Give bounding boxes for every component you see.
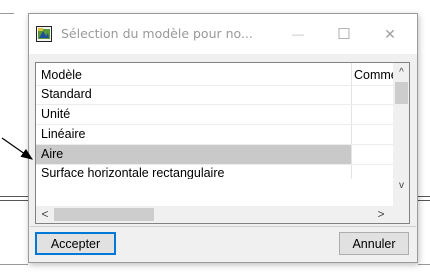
- vertical-scroll-thumb[interactable]: [395, 82, 408, 104]
- scrollbar-corner: [393, 206, 409, 223]
- horizontal-scroll-thumb[interactable]: [54, 208, 154, 221]
- table-row[interactable]: Surface horizontale rectangulaire: [36, 165, 393, 179]
- background-window-rule: [418, 196, 430, 197]
- minimize-icon: —: [292, 27, 304, 41]
- cancel-button[interactable]: Annuler: [339, 232, 409, 255]
- scroll-left-icon[interactable]: <: [38, 207, 52, 222]
- column-header-comment[interactable]: Commer: [352, 63, 393, 85]
- model-selection-dialog: Sélection du modèle pour no... — ☐ ✕ Mod…: [28, 13, 418, 263]
- horizontal-scrollbar[interactable]: < >: [36, 206, 393, 223]
- model-cell: Surface horizontale rectangulaire: [36, 165, 352, 179]
- table-row-selected[interactable]: Aire: [36, 145, 393, 165]
- vertical-scrollbar[interactable]: ^ v: [393, 63, 409, 206]
- table-row[interactable]: Linéaire: [36, 125, 393, 145]
- close-button[interactable]: ✕: [367, 14, 413, 54]
- minimize-button[interactable]: —: [275, 14, 321, 54]
- comment-cell: [352, 125, 393, 144]
- footer-divider: [30, 226, 416, 227]
- column-header-model[interactable]: Modèle: [36, 63, 352, 85]
- comment-cell: [352, 165, 393, 179]
- background-window-rule: [0, 264, 28, 265]
- dialog-app-icon: [36, 26, 52, 42]
- scroll-up-icon[interactable]: ^: [393, 66, 409, 80]
- accept-button[interactable]: Accepter: [35, 232, 116, 255]
- table-row[interactable]: Unité: [36, 105, 393, 125]
- comment-cell: [352, 105, 393, 124]
- title-bar[interactable]: Sélection du modèle pour no... — ☐ ✕: [29, 14, 417, 54]
- comment-cell: [352, 85, 393, 104]
- model-cell: Standard: [36, 85, 352, 104]
- scroll-right-icon[interactable]: >: [374, 207, 388, 222]
- background-window-rule: [418, 200, 430, 201]
- table-row[interactable]: Standard: [36, 85, 393, 105]
- model-cell: Unité: [36, 105, 352, 124]
- window-title: Sélection du modèle pour no...: [61, 26, 253, 41]
- table-header-row: Modèle Commer: [36, 63, 393, 86]
- scroll-down-icon[interactable]: v: [393, 179, 409, 193]
- model-cell: Aire: [36, 145, 352, 164]
- background-window-rule: [0, 196, 28, 197]
- background-window-rule: [418, 264, 430, 265]
- close-icon: ✕: [384, 25, 396, 42]
- model-cell: Linéaire: [36, 125, 352, 144]
- maximize-button[interactable]: ☐: [321, 14, 367, 54]
- model-table: Modèle Commer Standard Unité Linéaire Ai…: [35, 62, 410, 224]
- maximize-icon: ☐: [337, 26, 351, 43]
- background-window-rule: [0, 200, 28, 201]
- comment-cell: [352, 145, 393, 164]
- background-window-edge: [0, 13, 14, 14]
